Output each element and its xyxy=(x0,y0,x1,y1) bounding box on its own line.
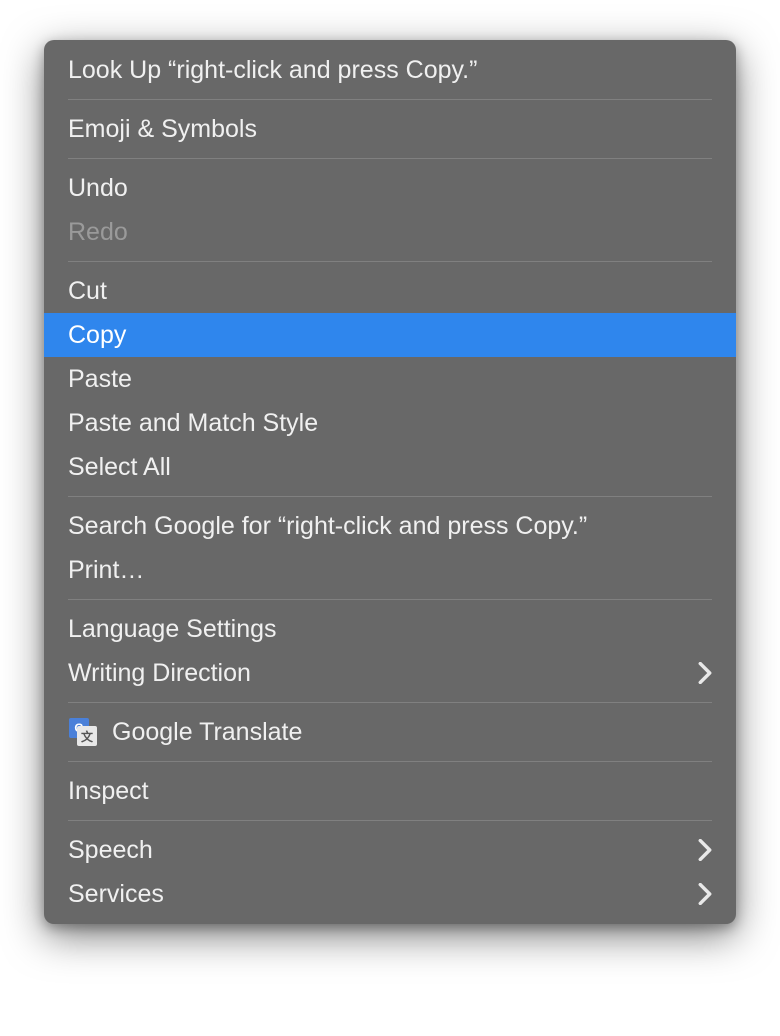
menu-item-label: Writing Direction xyxy=(68,659,698,688)
menu-item-label: Undo xyxy=(68,174,712,203)
menu-item-label: Inspect xyxy=(68,777,712,806)
menu-item-undo[interactable]: Undo xyxy=(44,166,736,210)
menu-separator xyxy=(68,599,712,600)
menu-item-label: Print… xyxy=(68,556,712,585)
menu-item-label: Search Google for “right-click and press… xyxy=(68,512,712,541)
menu-item-label: Services xyxy=(68,880,698,909)
menu-item-label: Look Up “right-click and press Copy.” xyxy=(68,56,712,85)
menu-separator xyxy=(68,820,712,821)
menu-item-inspect[interactable]: Inspect xyxy=(44,769,736,813)
menu-item-google-translate[interactable]: G 文 Google Translate xyxy=(44,710,736,754)
menu-item-redo: Redo xyxy=(44,210,736,254)
menu-separator xyxy=(68,496,712,497)
chevron-right-icon xyxy=(698,883,712,905)
menu-separator xyxy=(68,158,712,159)
chevron-right-icon xyxy=(698,839,712,861)
menu-item-label: Cut xyxy=(68,277,712,306)
menu-item-writing-direction[interactable]: Writing Direction xyxy=(44,651,736,695)
menu-item-services[interactable]: Services xyxy=(44,872,736,916)
menu-item-label: Paste and Match Style xyxy=(68,409,712,438)
menu-item-emoji-symbols[interactable]: Emoji & Symbols xyxy=(44,107,736,151)
menu-item-label: Copy xyxy=(68,321,712,350)
menu-item-label: Select All xyxy=(68,453,712,482)
menu-item-paste[interactable]: Paste xyxy=(44,357,736,401)
menu-item-label: Paste xyxy=(68,365,712,394)
context-menu[interactable]: Look Up “right-click and press Copy.” Em… xyxy=(44,40,736,924)
menu-item-label: Redo xyxy=(68,218,712,247)
menu-item-search-google[interactable]: Search Google for “right-click and press… xyxy=(44,504,736,548)
menu-separator xyxy=(68,261,712,262)
menu-item-language-settings[interactable]: Language Settings xyxy=(44,607,736,651)
menu-item-look-up[interactable]: Look Up “right-click and press Copy.” xyxy=(44,48,736,92)
menu-item-select-all[interactable]: Select All xyxy=(44,445,736,489)
menu-separator xyxy=(68,99,712,100)
menu-item-print[interactable]: Print… xyxy=(44,548,736,592)
menu-item-speech[interactable]: Speech xyxy=(44,828,736,872)
menu-item-label: Speech xyxy=(68,836,698,865)
menu-item-cut[interactable]: Cut xyxy=(44,269,736,313)
menu-item-paste-match-style[interactable]: Paste and Match Style xyxy=(44,401,736,445)
menu-item-label: Google Translate xyxy=(112,718,712,747)
menu-separator xyxy=(68,702,712,703)
google-translate-icon: G 文 xyxy=(68,717,98,747)
menu-item-label: Emoji & Symbols xyxy=(68,115,712,144)
chevron-right-icon xyxy=(698,662,712,684)
menu-item-copy[interactable]: Copy xyxy=(44,313,736,357)
menu-separator xyxy=(68,761,712,762)
menu-item-label: Language Settings xyxy=(68,615,712,644)
